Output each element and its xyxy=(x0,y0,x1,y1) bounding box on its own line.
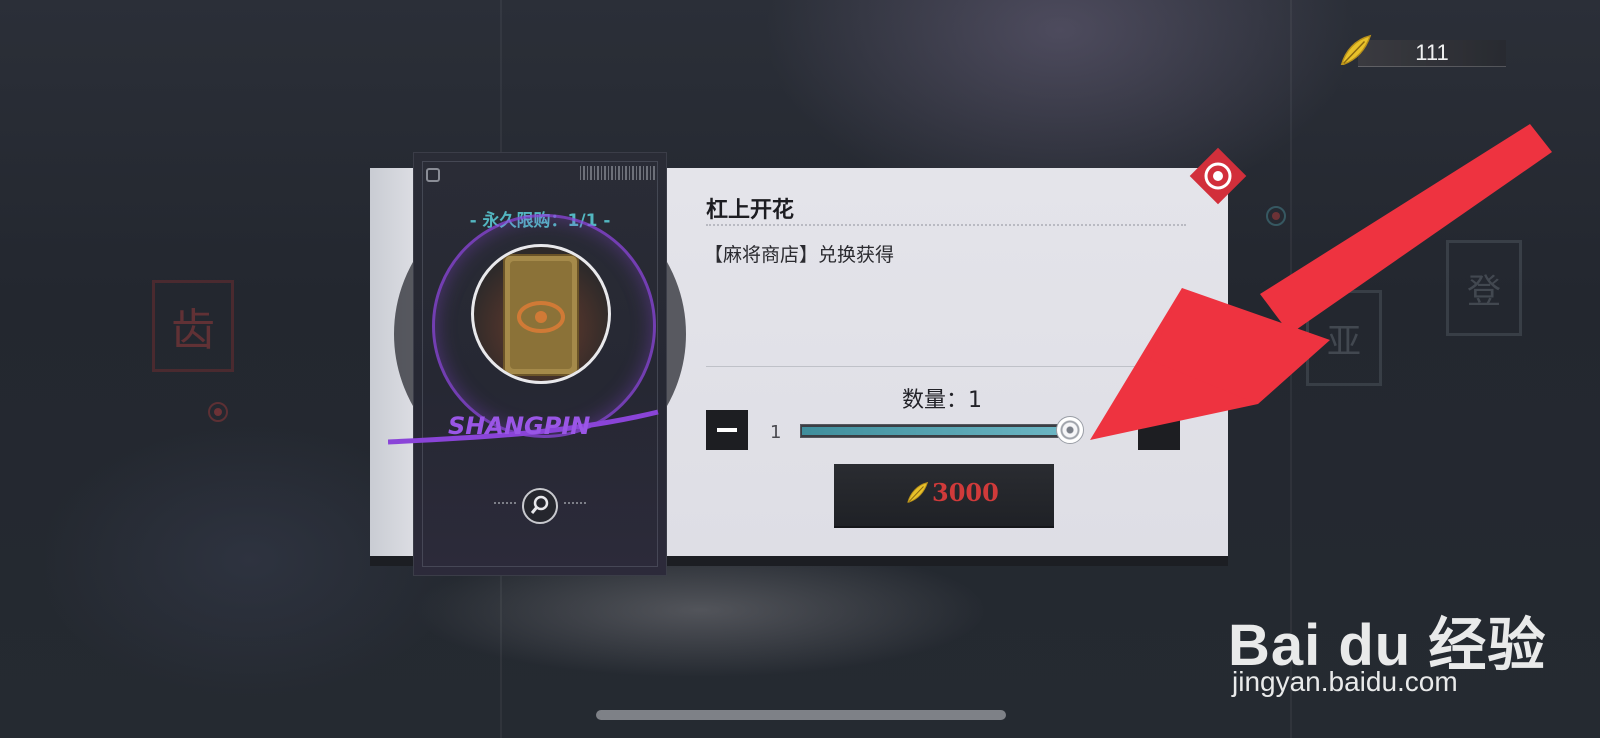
golden-feather-icon xyxy=(907,481,929,503)
currency-amount: 111 xyxy=(1415,40,1449,65)
item-image xyxy=(471,244,611,384)
currency-display: 111 xyxy=(1336,34,1508,68)
item-name: 杠上开花 xyxy=(706,198,795,223)
bg-ring-dot xyxy=(208,402,228,422)
golden-feather-icon xyxy=(1340,34,1372,66)
buy-button[interactable]: 3000 xyxy=(834,464,1054,526)
card-signature: SHANGPIN xyxy=(388,409,659,445)
slider-fill xyxy=(802,427,1064,435)
home-indicator[interactable] xyxy=(596,710,1006,720)
zoom-button[interactable] xyxy=(522,488,558,524)
svg-text:SHANGPIN: SHANGPIN xyxy=(448,412,590,440)
watermark-url: jingyan.baidu.com xyxy=(1232,666,1458,697)
quantity-min-value: 1 xyxy=(770,422,782,443)
baidu-watermark: Bai du 经验 jingyan.baidu.com xyxy=(1228,598,1546,697)
dots-decoration xyxy=(494,502,516,508)
quantity-label: 数量：1 xyxy=(902,388,982,413)
decrease-quantity-button[interactable] xyxy=(706,410,748,450)
mahjong-tile-icon xyxy=(503,254,579,376)
dots-decoration xyxy=(564,502,586,508)
price-label: 3000 xyxy=(932,478,999,507)
quantity-slider[interactable] xyxy=(800,416,1084,444)
red-arrow-annotation xyxy=(1090,124,1552,440)
barcode-icon xyxy=(580,166,656,180)
bg-seal: ⻮ xyxy=(152,280,234,372)
item-source: 【麻将商店】兑换获得 xyxy=(704,244,895,266)
magnifier-icon xyxy=(530,495,549,514)
slider-thumb[interactable] xyxy=(1056,416,1084,444)
qr-icon xyxy=(426,168,440,182)
